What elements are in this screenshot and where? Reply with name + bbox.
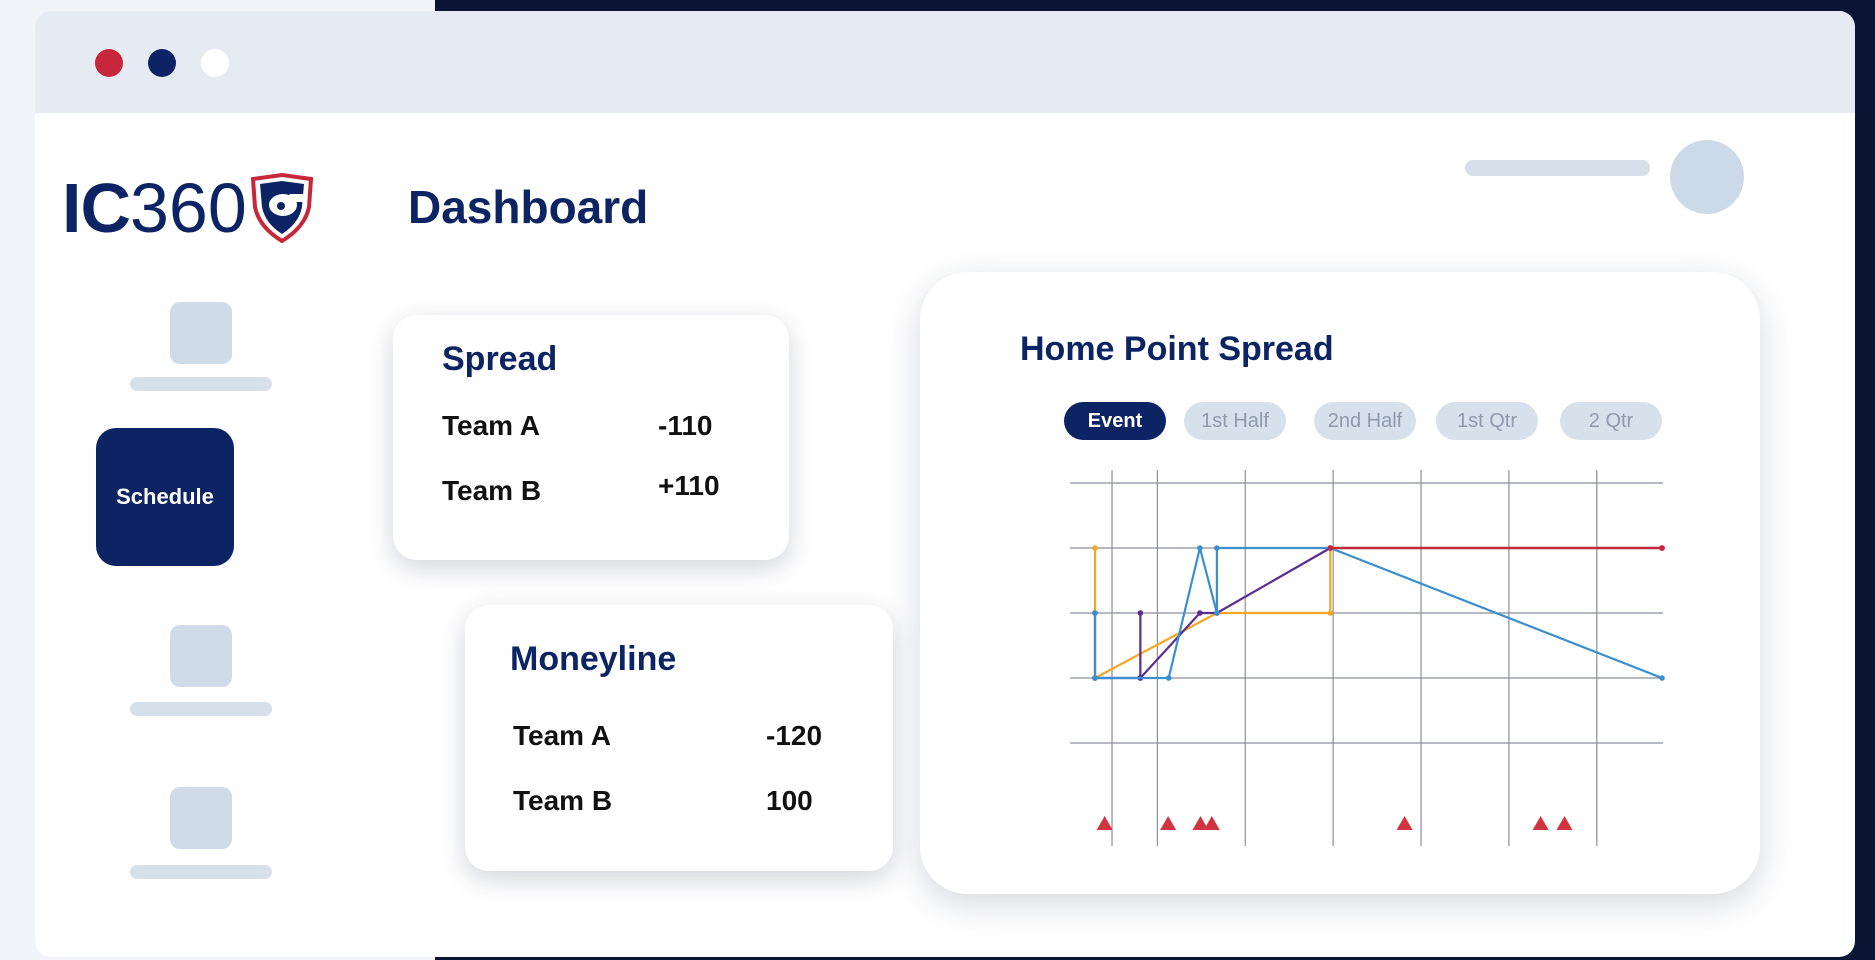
series-0-point-4 — [1327, 610, 1334, 616]
series-2-point-7 — [1659, 675, 1665, 681]
event-marker-1 — [1160, 816, 1177, 830]
series-0-point-1 — [1092, 545, 1098, 551]
event-marker-5 — [1532, 816, 1549, 830]
series-2-point-3 — [1197, 545, 1203, 551]
event-marker-6 — [1556, 816, 1573, 830]
event-marker-0 — [1096, 816, 1113, 830]
event-marker-3 — [1203, 816, 1220, 830]
series-1-point-3 — [1137, 610, 1144, 616]
series-3-point-0 — [1327, 545, 1334, 551]
home-point-spread-chart — [1070, 470, 1665, 846]
series-2-point-0 — [1092, 610, 1098, 616]
series-2-point-1 — [1092, 675, 1098, 681]
series-3-point-1 — [1659, 545, 1665, 551]
event-marker-4 — [1396, 816, 1413, 830]
series-2-point-2 — [1165, 675, 1172, 681]
series-2-point-5 — [1214, 545, 1220, 551]
series-2-point-4 — [1214, 610, 1220, 616]
series-1-point-5 — [1197, 610, 1203, 616]
